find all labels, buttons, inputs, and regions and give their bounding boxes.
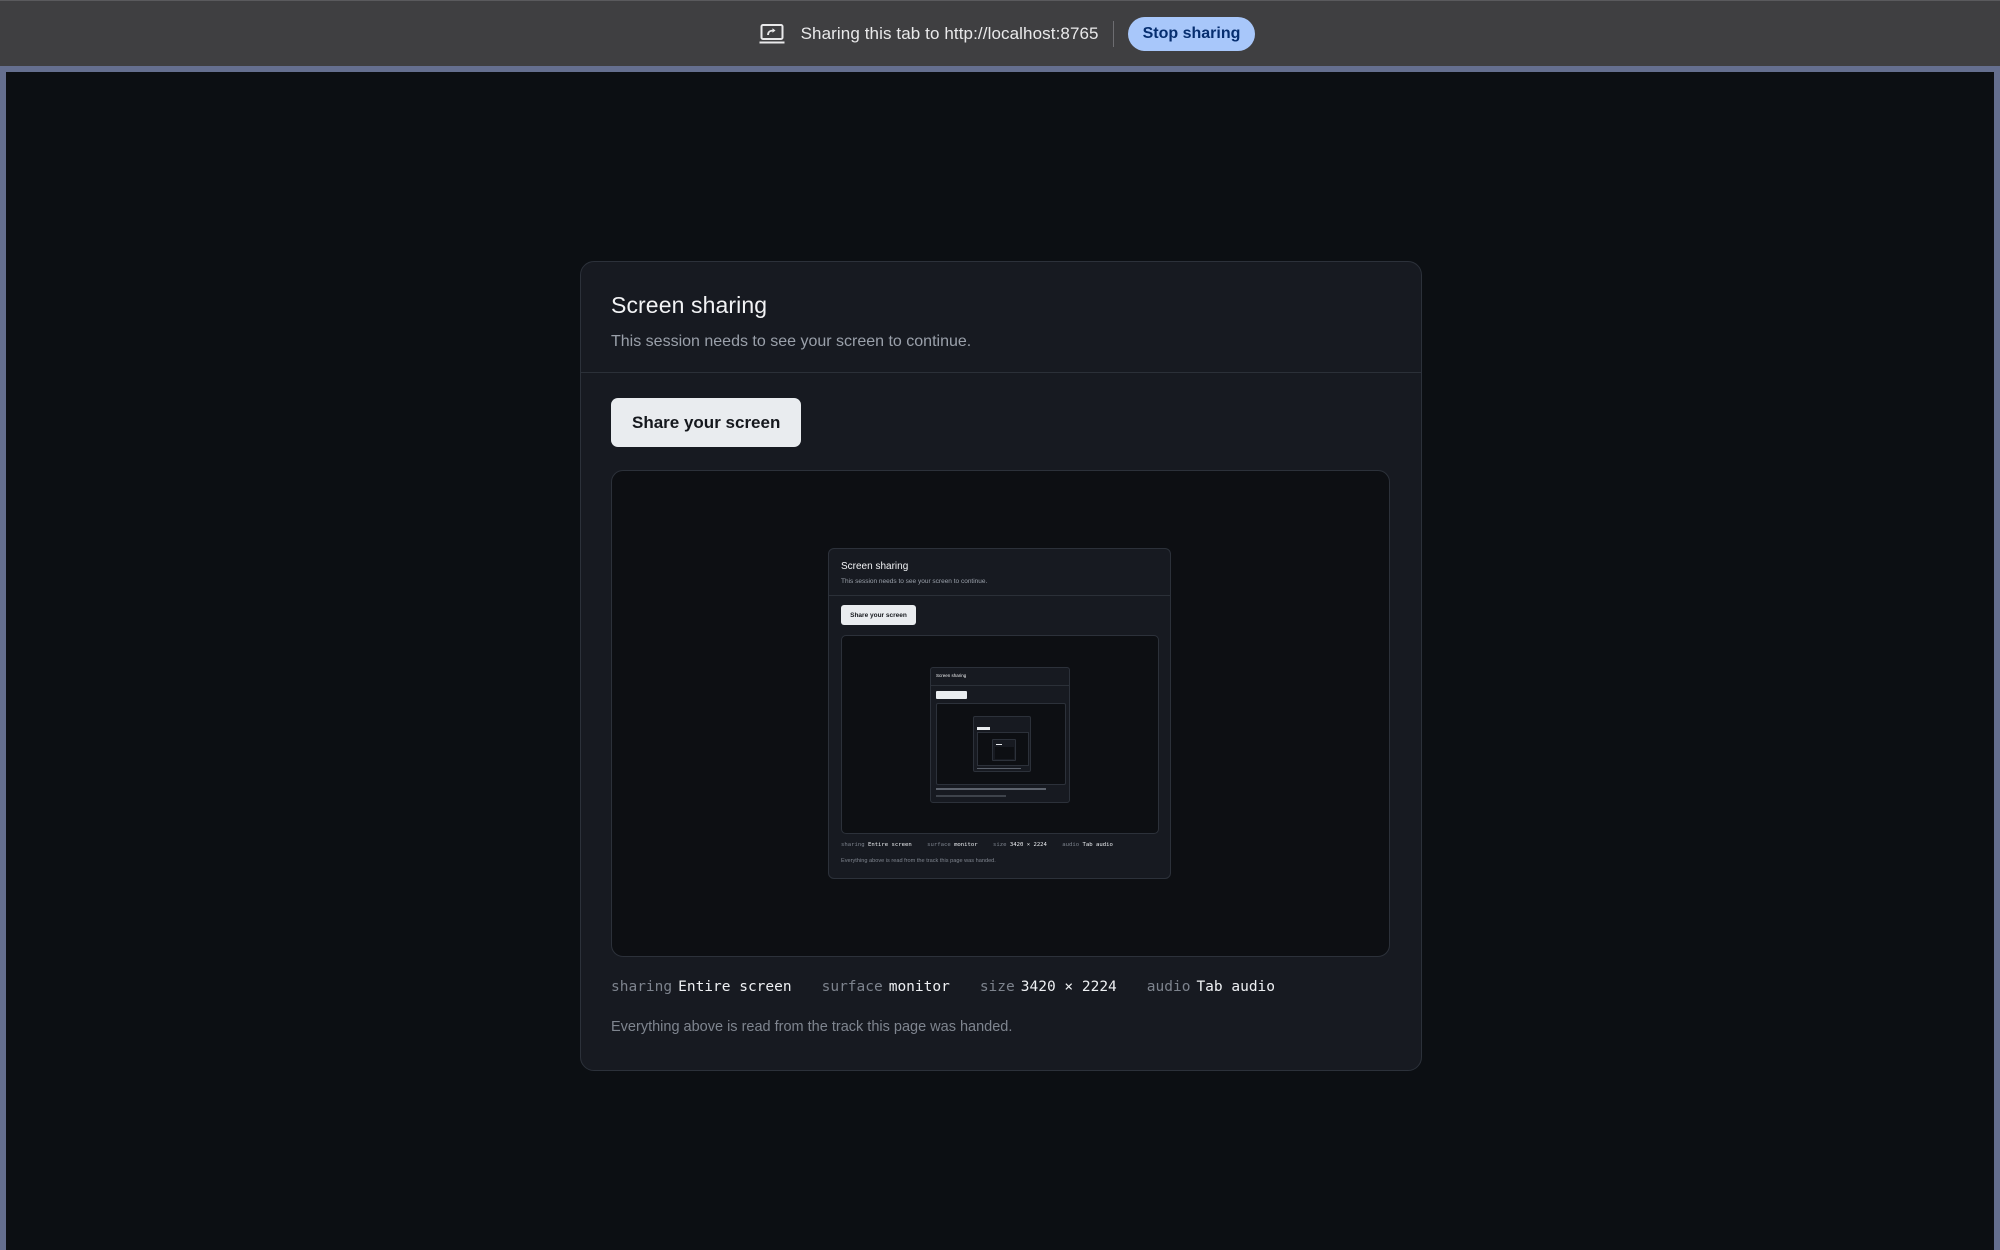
meta-audio: audio Tab audio	[1147, 979, 1275, 995]
preview-meta-size-key: size	[993, 842, 1007, 848]
nested-preview-2	[977, 732, 1029, 766]
card-body: Share your screen Screen sharing This se…	[581, 373, 1421, 1035]
infobar-content: Sharing this tab to http://localhost:876…	[759, 16, 1256, 51]
screen-sharing-card: Screen sharing This session needs to see…	[580, 261, 1422, 1071]
nested-note	[936, 795, 1006, 797]
preview-card-subtitle: This session needs to see your screen to…	[841, 578, 988, 585]
preview-card-miniature: Screen sharing This session needs to see…	[828, 548, 1171, 879]
nested-card-miniature-2	[973, 716, 1031, 772]
share-screen-button[interactable]: Share your screen	[611, 398, 802, 447]
meta-size-value: 3420 × 2224	[1020, 979, 1117, 995]
preview-meta-sharing-key: sharing	[841, 842, 865, 848]
screen-share-icon	[759, 23, 785, 45]
nested-meta-row-2	[977, 768, 1021, 769]
card-header: Screen sharing This session needs to see…	[581, 262, 1421, 373]
stop-sharing-button[interactable]: Stop sharing	[1127, 16, 1256, 51]
nested-card-title: Screen sharing	[936, 673, 967, 678]
nested-preview	[936, 703, 1066, 785]
track-note: Everything above is read from the track …	[611, 1019, 1013, 1035]
meta-sharing: sharing Entire screen	[611, 979, 792, 995]
nested-share-button-3	[996, 744, 1002, 745]
meta-sharing-key: sharing	[611, 979, 673, 995]
nested-share-button	[936, 691, 967, 699]
preview-card-title: Screen sharing	[841, 561, 909, 572]
card-title: Screen sharing	[611, 292, 768, 318]
nested-share-button-2	[977, 727, 990, 730]
meta-audio-key: audio	[1146, 979, 1191, 995]
track-meta-row: sharing Entire screen surface monitor size…	[611, 979, 1391, 995]
card-subtitle: This session needs to see your screen to…	[611, 333, 972, 350]
preview-meta-sharing-value: Entire screen	[867, 842, 912, 848]
nested-card-miniature-3	[992, 739, 1016, 761]
preview-meta-surface-key: surface	[927, 842, 951, 848]
shared-tab-frame: Screen sharing This session needs to see…	[0, 66, 2000, 1250]
meta-surface: surface monitor	[822, 979, 950, 995]
preview-meta-surface-value: monitor	[954, 842, 978, 848]
infobar-divider	[1112, 20, 1114, 47]
nested-preview-3	[995, 747, 1014, 759]
nested-meta-row	[936, 788, 1046, 790]
nested-card-divider	[931, 685, 1069, 686]
page-content: Screen sharing This session needs to see…	[6, 72, 1994, 1250]
meta-size-key: size	[979, 979, 1015, 995]
preview-meta-audio-value: Tab audio	[1082, 842, 1113, 848]
meta-audio-value: Tab audio	[1196, 979, 1276, 995]
preview-meta-audio-key: audio	[1062, 842, 1080, 848]
meta-surface-value: monitor	[888, 979, 950, 995]
meta-sharing-value: Entire screen	[678, 979, 792, 995]
screen-preview: Screen sharing This session needs to see…	[611, 470, 1390, 957]
preview-note: Everything above is read from the track …	[841, 858, 996, 864]
preview-share-button: Share your screen	[841, 605, 916, 625]
preview-nested-preview: Screen sharing	[841, 635, 1159, 834]
meta-size: size 3420 × 2224	[980, 979, 1117, 995]
preview-meta-size-value: 3420 × 2224	[1009, 842, 1047, 848]
nested-card-miniature: Screen sharing	[930, 667, 1070, 803]
screen-share-infobar: Sharing this tab to http://localhost:876…	[0, 0, 2000, 66]
preview-meta-row: sharing Entire screen surface monitor si…	[841, 842, 1125, 848]
meta-surface-key: surface	[821, 979, 883, 995]
preview-card-header: Screen sharing This session needs to see…	[829, 549, 1170, 596]
sharing-status-text: Sharing this tab to http://localhost:876…	[800, 23, 1099, 43]
